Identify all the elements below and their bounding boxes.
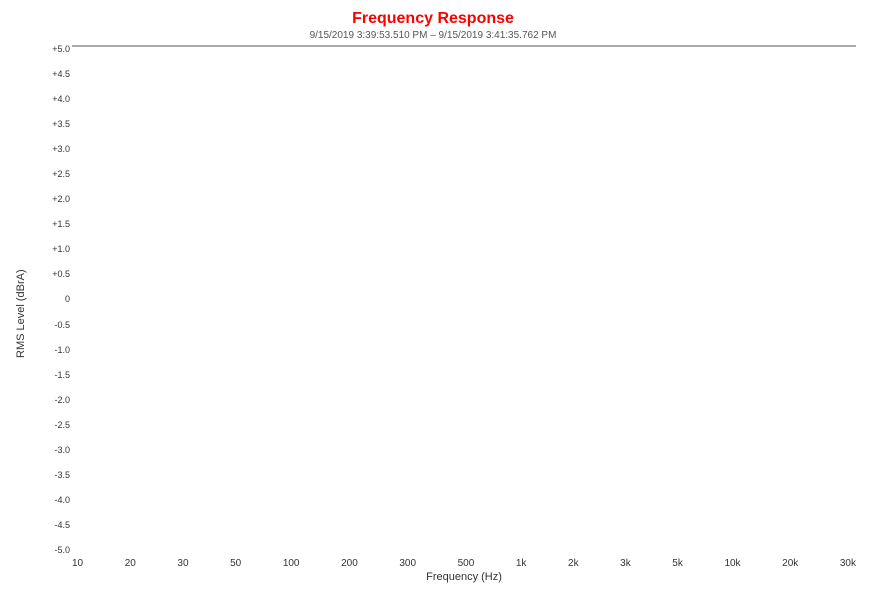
- x-tick-label: 10: [72, 558, 83, 569]
- x-tick-label: 100: [283, 558, 300, 569]
- y-tick-label: -2.0: [34, 396, 70, 405]
- x-tick-label: 30: [177, 558, 188, 569]
- x-tick-label: 20k: [782, 558, 798, 569]
- chart-body: RMS Level (dBrA) +5.0 +4.5 +4.0 +3.5 +3.0 +2.…: [10, 45, 856, 583]
- y-tick-label: -3.0: [34, 446, 70, 455]
- y-tick-label: +5.0: [34, 45, 70, 54]
- y-tick-label: +3.5: [34, 120, 70, 129]
- y-tick-label: +0.5: [34, 270, 70, 279]
- x-tick-label: 1k: [516, 558, 527, 569]
- x-axis-ticks: 10 20 30 50 100 200 300 500 1k 2k 3k 5k 10k 20k 30k: [72, 555, 856, 569]
- x-tick-label: 10k: [724, 558, 740, 569]
- y-axis-label: RMS Level (dBrA): [10, 45, 30, 583]
- x-tick-label: 300: [399, 558, 416, 569]
- y-tick-label: +2.5: [34, 170, 70, 179]
- x-tick-label: 5k: [672, 558, 683, 569]
- x-tick-label: 2k: [568, 558, 579, 569]
- y-tick-label: -1.0: [34, 346, 70, 355]
- chart-container: Frequency Response 9/15/2019 3:39:53.510…: [0, 0, 871, 600]
- chart-subtitle: 9/15/2019 3:39:53.510 PM – 9/15/2019 3:4…: [10, 30, 856, 41]
- x-axis-label: Frequency (Hz): [72, 571, 856, 583]
- y-tick-label: +4.5: [34, 70, 70, 79]
- x-tick-label: 3k: [620, 558, 631, 569]
- chart-title: Frequency Response: [10, 10, 856, 28]
- x-tick-label: 20: [125, 558, 136, 569]
- y-tick-label: -4.0: [34, 496, 70, 505]
- x-tick-label: 50: [230, 558, 241, 569]
- y-tick-label: -4.5: [34, 521, 70, 530]
- chart-plot-area: Project Polaris Headphone Amplifier - Hi…: [72, 45, 856, 47]
- y-tick-label: +1.5: [34, 220, 70, 229]
- y-tick-label: +4.0: [34, 95, 70, 104]
- y-tick-label: -0.5: [34, 321, 70, 330]
- y-tick-label: +3.0: [34, 145, 70, 154]
- y-tick-label: -3.5: [34, 471, 70, 480]
- y-tick-label: -1.5: [34, 371, 70, 380]
- x-tick-label: 500: [458, 558, 475, 569]
- y-tick-label: -2.5: [34, 421, 70, 430]
- x-tick-label: 30k: [840, 558, 856, 569]
- y-tick-label: 0: [34, 295, 70, 304]
- y-tick-labels: +5.0 +4.5 +4.0 +3.5 +3.0 +2.5 +2.0 +1.5 +1.0 +0.5…: [34, 45, 70, 555]
- y-tick-label: +1.0: [34, 245, 70, 254]
- y-tick-label: -5.0: [34, 546, 70, 555]
- y-tick-label: +2.0: [34, 195, 70, 204]
- x-tick-label: 200: [341, 558, 358, 569]
